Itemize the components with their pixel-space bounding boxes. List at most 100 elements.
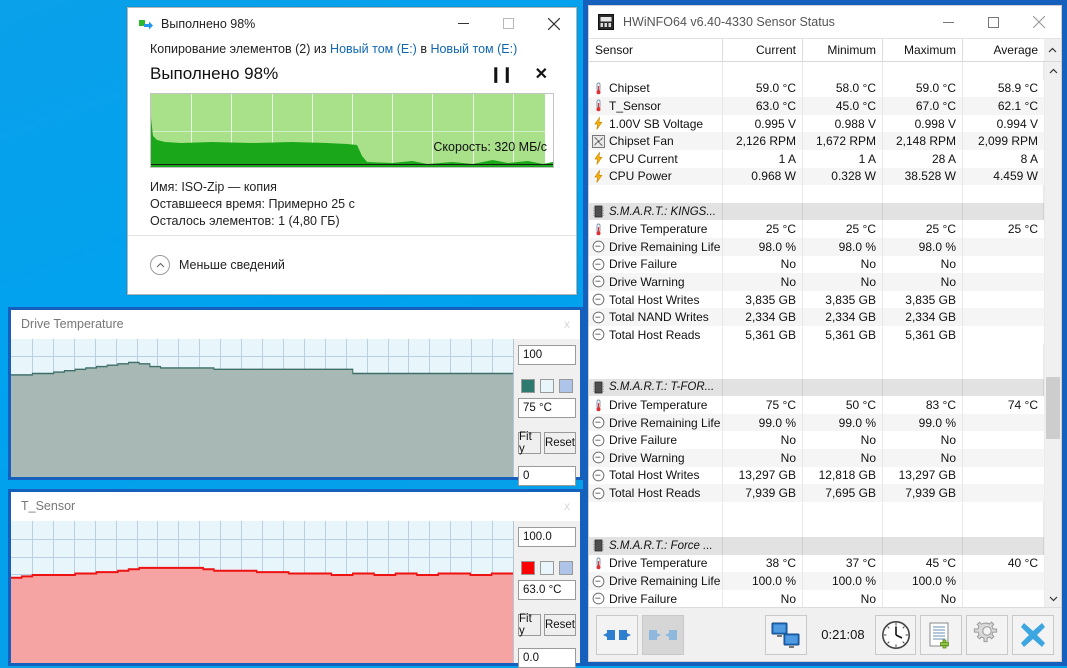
hwinfo-maximize-button[interactable] [971, 6, 1016, 38]
series-color-swatch[interactable] [521, 379, 535, 393]
gauge-icon [592, 311, 605, 324]
copy-minimize-button[interactable] [441, 8, 486, 39]
less-details-button[interactable]: Меньше сведений [179, 258, 285, 272]
sensor-row[interactable]: T_Sensor 63.0 °C 45.0 °C 67.0 °C 62.1 °C [589, 97, 1044, 115]
column-header-sensor[interactable]: Sensor [589, 39, 723, 61]
remote-sensors-button[interactable] [765, 614, 808, 655]
column-header-current[interactable]: Current [723, 39, 803, 61]
hwinfo-window: HWiNFO64 v6.40-4330 Sensor Status Sensor… [583, 0, 1067, 666]
sensor-row[interactable]: Drive Temperature 25 °C 25 °C 25 °C 25 °C [589, 220, 1044, 238]
sensor-group-row[interactable]: S.M.A.R.T.: KINGS... [589, 202, 1044, 221]
sensor-row[interactable]: Drive Failure No No No [589, 431, 1044, 450]
pause-button[interactable]: ❙❙ [489, 65, 513, 83]
sensor-name: Drive Failure [609, 257, 678, 272]
chevron-up-icon[interactable] [1044, 39, 1061, 61]
gauge-icon [592, 258, 605, 271]
sensor-row[interactable]: CPU Current 1 A1 A 28 A8 A [589, 149, 1044, 168]
chevron-up-icon[interactable] [150, 255, 170, 275]
column-header-average[interactable]: Average [963, 39, 1044, 61]
background-color-swatch[interactable] [540, 561, 554, 575]
hwinfo-titlebar[interactable]: HWiNFO64 v6.40-4330 Sensor Status [589, 6, 1061, 38]
sensor-group-label: S.M.A.R.T.: T-FOR... [609, 381, 715, 394]
sensor-row[interactable]: Total NAND Writes 2,334 GB 2,334 GB 2,334 G… [589, 308, 1044, 326]
sensor-current: 38 °C [723, 554, 803, 573]
graph-titlebar[interactable]: T_Sensor x [11, 492, 580, 521]
clock-button[interactable] [874, 614, 917, 655]
sensor-minimum: 50 °C [803, 396, 883, 414]
logging-button[interactable] [920, 614, 963, 655]
graph-titlebar[interactable]: Drive Temperature x [11, 310, 580, 339]
sensor-list-scrollbar[interactable] [1044, 62, 1061, 607]
sensor-group-row[interactable]: S.M.A.R.T.: T-FOR... [589, 378, 1044, 397]
graph-plot-area[interactable] [11, 339, 514, 477]
sensor-row[interactable]: Total Host Reads 7,939 GB 7,695 GB 7,939 GB [589, 484, 1044, 502]
scroll-down-arrow[interactable] [1045, 590, 1061, 607]
exit-button[interactable] [1012, 614, 1054, 655]
sensor-row[interactable]: Drive Failure No No No [589, 589, 1044, 607]
copy-close-button[interactable] [531, 8, 576, 39]
copy-dialog-titlebar[interactable]: Выполнено 98% [128, 8, 576, 39]
sensor-maximum: 0.998 V [883, 114, 963, 133]
sensor-row[interactable]: 1.00V SB Voltage 0.995 V 0.988 V 0.998 V 0.9… [589, 114, 1044, 133]
hwinfo-close-button[interactable] [1016, 6, 1061, 38]
grid-color-swatch[interactable] [559, 561, 573, 575]
fit-y-button[interactable]: Fit y [518, 431, 541, 455]
sensor-row[interactable]: Drive Failure No No No [589, 255, 1044, 274]
settings-button[interactable] [966, 614, 1009, 655]
sensor-name: Drive Temperature [609, 556, 708, 571]
y-max-input[interactable]: 100.0 [518, 527, 576, 547]
expand-columns-button[interactable] [596, 614, 638, 655]
t-sensor-series [11, 566, 513, 663]
sensor-row[interactable]: Drive Remaining Life 99.0 % 99.0 % 99.0 % [589, 413, 1044, 432]
close-icon[interactable]: x [564, 317, 574, 331]
sensor-maximum: 98.0 % [883, 237, 963, 256]
y-min-input[interactable]: 0 [518, 466, 576, 486]
sensor-average: 0.994 V [996, 116, 1038, 131]
collapse-columns-button[interactable] [641, 614, 684, 655]
sensor-row[interactable]: Total Host Writes 13,297 GB 12,818 GB 13,29… [589, 466, 1044, 485]
sensor-maximum: 5,361 GB [883, 325, 963, 344]
sensor-row[interactable]: Total Host Writes 3,835 GB 3,835 GB 3,835 G… [589, 290, 1044, 309]
reset-button[interactable]: Reset [543, 614, 576, 636]
background-color-swatch[interactable] [540, 379, 554, 393]
sensor-row[interactable]: Drive Warning No No No [589, 273, 1044, 291]
sensor-row[interactable]: Drive Temperature 38 °C 37 °C 45 °C 40 °C [589, 554, 1044, 573]
scroll-up-arrow[interactable] [1045, 62, 1061, 79]
graph-color-swatches [521, 379, 576, 393]
graph-window-frame: T_Sensor x 100.0 63.0 °C Fit y Reset 0.0 [8, 489, 583, 668]
sensor-row[interactable]: Chipset Fan 2,126 RPM 1,672 RPM 2,148 RPM 2,… [589, 132, 1044, 150]
column-header-minimum[interactable]: Minimum [803, 39, 883, 61]
cancel-copy-button[interactable]: ✕ [535, 64, 548, 84]
close-icon[interactable]: x [564, 499, 574, 513]
copy-maximize-button[interactable] [486, 8, 531, 39]
graph-content: 100 75 °C Fit y Reset 0 [11, 339, 580, 486]
sensor-minimum: 0.988 V [803, 114, 883, 133]
sensor-row[interactable]: Chipset 59.0 °C 58.0 °C 59.0 °C 58.9 °C [589, 79, 1044, 98]
grid-color-swatch[interactable] [559, 379, 573, 393]
copy-destination-link[interactable]: Новый том (E:) [430, 42, 517, 56]
sensor-row[interactable]: Drive Remaining Life 100.0 % 100.0 % 100.0 … [589, 572, 1044, 590]
y-max-input[interactable]: 100 [518, 345, 576, 365]
scrollbar-thumb[interactable] [1046, 377, 1060, 439]
sensor-row[interactable]: Drive Temperature 75 °C 50 °C 83 °C 74 °C [589, 396, 1044, 414]
copy-source-link[interactable]: Новый том (E:) [330, 42, 417, 56]
sensor-name: Total NAND Writes [609, 310, 709, 325]
sensor-row[interactable]: Drive Remaining Life 98.0 % 98.0 % 98.0 % [589, 237, 1044, 256]
sensor-row[interactable]: Drive Warning No No No [589, 449, 1044, 467]
sensor-name: Drive Warning [609, 450, 685, 465]
sensor-average [963, 326, 1044, 344]
gauge-icon [592, 240, 605, 253]
reset-button[interactable]: Reset [543, 432, 576, 454]
voltage-icon [592, 151, 605, 165]
sensor-name: Drive Temperature [609, 398, 708, 413]
fit-y-button[interactable]: Fit y [518, 613, 541, 637]
sensor-average: 2,099 RPM [977, 134, 1038, 149]
column-header-maximum[interactable]: Maximum [883, 39, 963, 61]
sensor-row[interactable]: Total Host Reads 5,361 GB 5,361 GB 5,361 GB [589, 325, 1044, 344]
sensor-row[interactable]: CPU Power 0.968 W 0.328 W 38.528 W 4.459 W [589, 167, 1044, 186]
series-color-swatch[interactable] [521, 561, 535, 575]
graph-plot-area[interactable] [11, 521, 514, 663]
y-min-input[interactable]: 0.0 [518, 648, 576, 668]
sensor-group-row[interactable]: S.M.A.R.T.: Force ... [589, 537, 1044, 555]
hwinfo-minimize-button[interactable] [926, 6, 971, 38]
